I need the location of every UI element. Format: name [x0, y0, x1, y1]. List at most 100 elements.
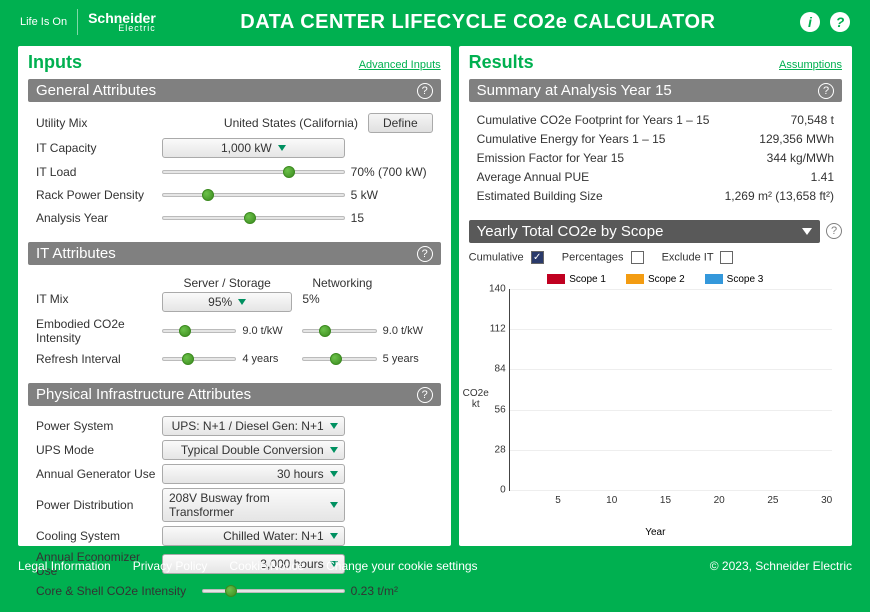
ups-mode-dropdown[interactable]: Typical Double Conversion	[162, 440, 345, 460]
chevron-down-icon	[238, 299, 246, 305]
chevron-down-icon	[802, 228, 812, 235]
it-load-label: IT Load	[36, 165, 156, 179]
summary-value: 1,269 m² (13,658 ft²)	[725, 189, 834, 203]
server-storage-col: Server / Storage	[162, 276, 292, 290]
summary-header: Summary at Analysis Year 15 ?	[469, 79, 842, 102]
x-tick: 25	[767, 495, 778, 506]
cumulative-label: Cumulative	[469, 251, 524, 263]
distribution-label: Power Distribution	[36, 498, 156, 512]
chevron-down-icon	[330, 502, 338, 508]
y-tick: 112	[478, 324, 506, 335]
gen-use-label: Annual Generator Use	[36, 467, 156, 481]
gen-use-dropdown[interactable]: 30 hours	[162, 464, 345, 484]
help-icon[interactable]: ?	[826, 223, 842, 239]
chart-selector-dropdown[interactable]: Yearly Total CO2e by Scope	[469, 220, 820, 243]
rack-density-slider[interactable]	[162, 193, 345, 197]
chevron-down-icon	[330, 533, 338, 539]
ups-mode-label: UPS Mode	[36, 443, 156, 457]
server-mix-dropdown[interactable]: 95%	[162, 292, 292, 312]
shell-label: Core & Shell CO2e Intensity	[36, 584, 196, 598]
refresh-server-value: 4 years	[242, 353, 292, 365]
info-icon[interactable]: i	[800, 12, 820, 32]
chevron-down-icon	[330, 471, 338, 477]
legend-item: Scope 2	[626, 274, 685, 285]
chart-plot: 028568411214051015202530	[509, 289, 832, 491]
brand-tagline: Life Is On	[20, 16, 67, 28]
brand-divider	[77, 9, 78, 35]
header-icons: i ?	[800, 12, 850, 32]
power-system-dropdown[interactable]: UPS: N+1 / Diesel Gen: N+1	[162, 416, 345, 436]
embodied-net-slider[interactable]	[302, 329, 376, 333]
summary-label: Cumulative Energy for Years 1 – 15	[477, 132, 666, 146]
distribution-dropdown[interactable]: 208V Busway from Transformer	[162, 488, 345, 522]
help-icon[interactable]: ?	[417, 387, 433, 403]
analysis-year-value: 15	[351, 211, 433, 225]
percentages-label: Percentages	[562, 251, 624, 263]
utility-mix-label: Utility Mix	[36, 116, 156, 130]
footer-link[interactable]: Legal Information	[18, 559, 111, 573]
legend-item: Scope 1	[547, 274, 606, 285]
exclude-it-label: Exclude IT	[662, 251, 714, 263]
summary-label: Emission Factor for Year 15	[477, 151, 624, 165]
refresh-net-value: 5 years	[383, 353, 433, 365]
refresh-net-slider[interactable]	[302, 357, 376, 361]
summary-row: Average Annual PUE1.41	[477, 170, 834, 184]
advanced-inputs-link[interactable]: Advanced Inputs	[359, 59, 441, 71]
summary-value: 344 kg/MWh	[767, 151, 834, 165]
summary-label: Cumulative CO2e Footprint for Years 1 – …	[477, 113, 710, 127]
embodied-server-slider[interactable]	[162, 329, 236, 333]
it-capacity-dropdown[interactable]: 1,000 kW	[162, 138, 345, 158]
cumulative-checkbox[interactable]	[531, 251, 544, 264]
footer-link[interactable]: Privacy Policy	[133, 559, 208, 573]
cooling-label: Cooling System	[36, 529, 156, 543]
assumptions-link[interactable]: Assumptions	[779, 59, 842, 71]
legend-item: Scope 3	[705, 274, 764, 285]
y-tick: 0	[478, 485, 506, 496]
summary-row: Cumulative CO2e Footprint for Years 1 – …	[477, 113, 834, 127]
summary-value: 129,356 MWh	[759, 132, 834, 146]
chevron-down-icon	[330, 447, 338, 453]
results-title: Results	[469, 52, 534, 73]
x-tick: 15	[660, 495, 671, 506]
brand: Life Is On SchneiderElectric	[20, 9, 156, 35]
footer-link[interactable]: Cookie Notice	[229, 559, 304, 573]
help-icon[interactable]: ?	[417, 83, 433, 99]
chart-options: Cumulative Percentages Exclude IT	[469, 251, 842, 264]
refresh-label: Refresh Interval	[36, 352, 156, 366]
utility-mix-value: United States (California)	[162, 116, 362, 130]
exclude-it-checkbox[interactable]	[720, 251, 733, 264]
x-tick: 10	[606, 495, 617, 506]
embodied-server-value: 9.0 t/kW	[242, 325, 292, 337]
summary-value: 1.41	[811, 170, 834, 184]
y-tick: 84	[478, 364, 506, 375]
shell-slider[interactable]	[202, 589, 345, 593]
summary-row: Cumulative Energy for Years 1 – 15 129,35…	[477, 132, 834, 146]
percentages-checkbox[interactable]	[631, 251, 644, 264]
power-system-label: Power System	[36, 419, 156, 433]
it-mix-label: IT Mix	[36, 276, 156, 306]
footer-link[interactable]: Change your cookie settings	[326, 559, 477, 573]
inputs-panel: Inputs Advanced Inputs General Attribute…	[18, 46, 451, 546]
help-icon[interactable]: ?	[830, 12, 850, 32]
x-tick: 5	[555, 495, 561, 506]
y-tick: 28	[478, 444, 506, 455]
brand-logo: SchneiderElectric	[88, 12, 156, 33]
copyright: © 2023, Schneider Electric	[710, 559, 852, 573]
help-icon[interactable]: ?	[417, 246, 433, 262]
networking-pct: 5%	[302, 292, 352, 306]
chart-legend: Scope 1 Scope 2 Scope 3	[469, 274, 842, 285]
help-icon[interactable]: ?	[818, 83, 834, 99]
embodied-net-value: 9.0 t/kW	[383, 325, 433, 337]
x-axis-label: Year	[645, 527, 665, 538]
networking-col: Networking	[302, 276, 432, 290]
define-button[interactable]: Define	[368, 113, 433, 133]
summary-row: Estimated Building Size1,269 m² (13,658 …	[477, 189, 834, 203]
app-title: DATA CENTER LIFECYCLE CO2e CALCULATOR	[156, 11, 800, 34]
analysis-year-slider[interactable]	[162, 216, 345, 220]
embodied-label: Embodied CO2e Intensity	[36, 317, 156, 345]
cooling-dropdown[interactable]: Chilled Water: N+1	[162, 526, 345, 546]
physical-attributes-header: Physical Infrastructure Attributes ?	[28, 383, 441, 406]
it-load-slider[interactable]	[162, 170, 345, 174]
refresh-server-slider[interactable]	[162, 357, 236, 361]
analysis-year-label: Analysis Year	[36, 211, 156, 225]
